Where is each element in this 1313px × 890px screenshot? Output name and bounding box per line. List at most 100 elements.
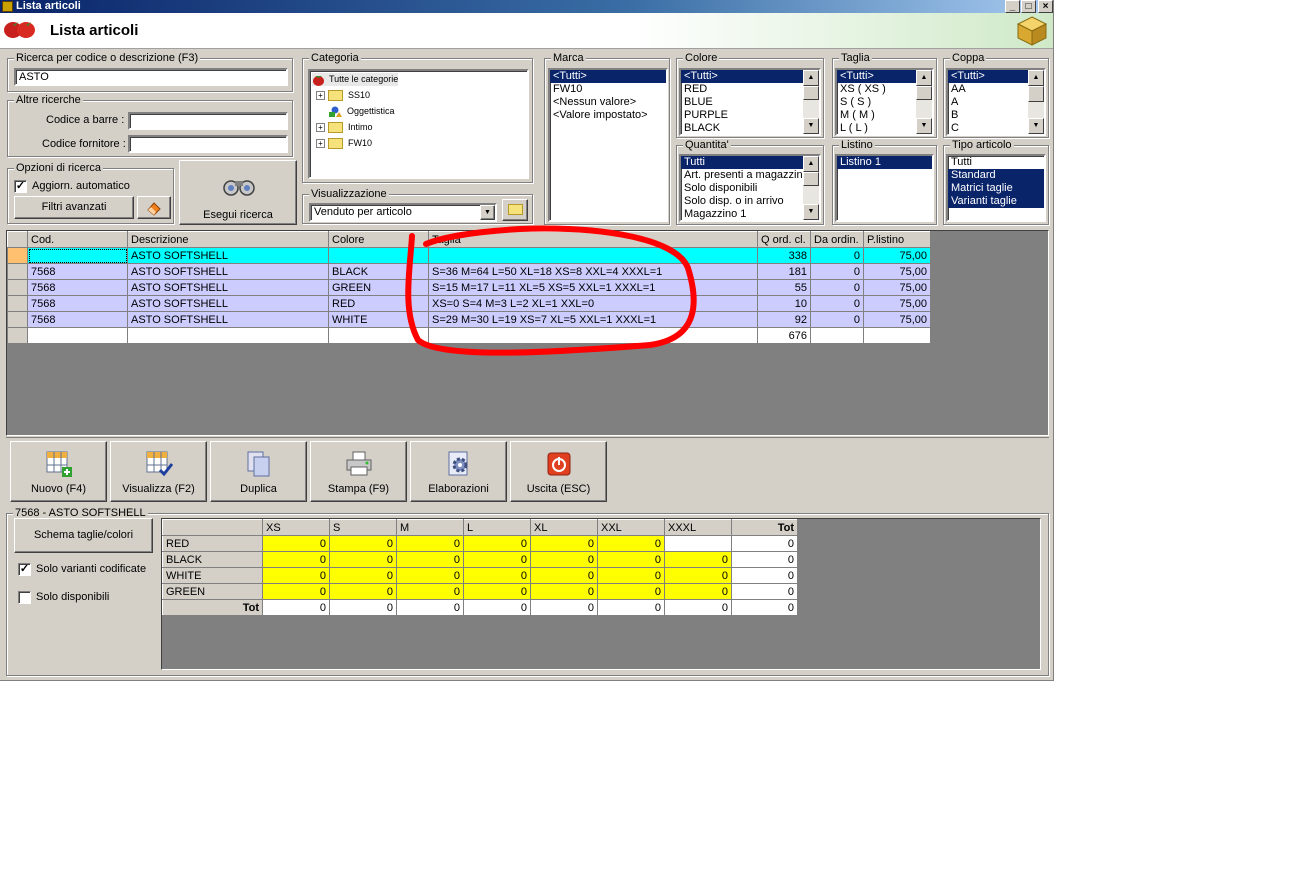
tree-node-ss10[interactable]: + SS10	[316, 89, 370, 102]
brand-list[interactable]: <Tutti> FW10 <Nessun valore> <Valore imp…	[548, 68, 668, 222]
list-item[interactable]: AA	[948, 83, 1028, 96]
column-header[interactable]: Colore	[328, 231, 429, 248]
matrix-cell[interactable]: 0	[530, 535, 598, 552]
size-list[interactable]: <Tutti> XS ( XS ) S ( S ) M ( M ) L ( L …	[835, 68, 934, 136]
column-header[interactable]: P.listino	[863, 231, 931, 248]
matrix-cell[interactable]: 0	[530, 551, 598, 568]
cup-list[interactable]: <Tutti> AA A B C ▲ ▼	[946, 68, 1046, 136]
scroll-thumb[interactable]	[1028, 86, 1044, 102]
cell-code[interactable]: 7568	[27, 263, 128, 280]
scrollbar[interactable]: ▲ ▼	[803, 70, 819, 134]
cell-price[interactable]: 75,00	[863, 295, 931, 312]
table-row[interactable]: 7568 ASTO SOFTSHELL WHITE S=29 M=30 L=19…	[7, 311, 931, 328]
column-header[interactable]: Da ordin.	[810, 231, 864, 248]
list-item[interactable]: <Tutti>	[550, 70, 666, 83]
scroll-up-icon[interactable]: ▲	[1028, 70, 1044, 86]
title-bar[interactable]: Lista articoli _ □ ×	[0, 0, 1053, 13]
scrollbar[interactable]: ▲ ▼	[803, 156, 819, 220]
list-item[interactable]: Standard	[948, 169, 1044, 182]
table-row[interactable]: 7568 ASTO SOFTSHELL GREEN S=15 M=17 L=11…	[7, 279, 931, 296]
scroll-thumb[interactable]	[803, 86, 819, 100]
supplier-input[interactable]	[128, 135, 288, 153]
cell-ordered-qty[interactable]: 181	[757, 263, 811, 280]
cell-code[interactable]	[27, 247, 128, 264]
column-header[interactable]: Descrizione	[127, 231, 329, 248]
size-color-schema-button[interactable]: Schema taglie/colori	[14, 518, 153, 553]
cell-ordered-qty[interactable]: 55	[757, 279, 811, 296]
cell-to-order[interactable]: 0	[810, 247, 864, 264]
column-header[interactable]: Taglia	[428, 231, 758, 248]
list-item[interactable]: BLUE	[681, 96, 803, 109]
list-item[interactable]: BLACK	[681, 122, 803, 134]
matrix-cell[interactable]	[664, 535, 732, 552]
cell-price[interactable]: 75,00	[863, 263, 931, 280]
matrix-cell[interactable]: 0	[396, 583, 464, 600]
list-item[interactable]: Magazzino 1	[681, 208, 803, 220]
matrix-cell[interactable]: 0	[262, 583, 330, 600]
scroll-down-icon[interactable]: ▼	[1028, 118, 1044, 134]
matrix-cell[interactable]: 0	[396, 535, 464, 552]
list-item[interactable]: Solo disp. o in arrivo	[681, 195, 803, 208]
cell-price[interactable]: 75,00	[863, 279, 931, 296]
matrix-cell[interactable]: 0	[463, 583, 531, 600]
list-item[interactable]: B	[948, 109, 1028, 122]
list-item[interactable]: M ( M )	[837, 109, 916, 122]
only-coded-checkbox[interactable]: ✓	[18, 563, 31, 576]
list-item[interactable]: <Valore impostato>	[550, 109, 666, 122]
cell-to-order[interactable]: 0	[810, 311, 864, 328]
list-item[interactable]: Solo disponibili	[681, 182, 803, 195]
cell-description[interactable]: ASTO SOFTSHELL	[127, 295, 329, 312]
list-item[interactable]: Varianti taglie	[948, 195, 1044, 208]
scroll-up-icon[interactable]: ▲	[803, 70, 819, 86]
matrix-cell[interactable]: 0	[463, 567, 531, 584]
list-item[interactable]: FW10	[550, 83, 666, 96]
matrix-cell[interactable]: 0	[597, 583, 665, 600]
cell-ordered-qty[interactable]: 338	[757, 247, 811, 264]
category-tree[interactable]: Tutte le categorie + SS10 Oggettistica + I…	[308, 69, 529, 179]
table-row[interactable]: 7568 ASTO SOFTSHELL RED XS=0 S=4 M=3 L=2…	[7, 295, 931, 312]
quantity-list[interactable]: Tutti Art. presenti a magazzino Solo dis…	[679, 154, 821, 222]
view-dropdown-button[interactable]: ▼	[480, 205, 495, 220]
cell-to-order[interactable]: 0	[810, 263, 864, 280]
list-item[interactable]: Art. presenti a magazzino	[681, 169, 809, 182]
matrix-cell[interactable]: 0	[664, 583, 732, 600]
tree-node-fw10[interactable]: + FW10	[316, 137, 372, 150]
scrollbar[interactable]: ▲ ▼	[1028, 70, 1044, 134]
scroll-thumb[interactable]	[916, 86, 932, 100]
expand-icon[interactable]: +	[316, 123, 325, 133]
scrollbar[interactable]: ▲ ▼	[916, 70, 932, 134]
expand-icon[interactable]: +	[316, 91, 325, 101]
open-folder-button[interactable]	[502, 199, 528, 221]
articles-grid[interactable]: Cod. Descrizione Colore Taglia Q ord. cl…	[6, 230, 1049, 436]
matrix-cell[interactable]: 0	[262, 535, 330, 552]
column-header[interactable]: Cod.	[27, 231, 128, 248]
maximize-button[interactable]: □	[1021, 0, 1036, 13]
new-button[interactable]: Nuovo (F4)	[10, 441, 107, 502]
tree-root[interactable]: Tutte le categorie	[312, 73, 399, 86]
list-item[interactable]: L ( L )	[837, 122, 916, 134]
list-item[interactable]: Tutti	[681, 156, 803, 169]
list-item[interactable]: RED	[681, 83, 803, 96]
cell-code[interactable]: 7568	[27, 295, 128, 312]
item-type-list[interactable]: Tutti Standard Matrici taglie Varianti t…	[946, 154, 1046, 222]
list-item[interactable]: Listino 1	[837, 156, 932, 169]
matrix-cell[interactable]: 0	[463, 551, 531, 568]
advanced-filters-button[interactable]: Filtri avanzati	[14, 196, 134, 219]
matrix-cell[interactable]: 0	[329, 535, 397, 552]
matrix-cell[interactable]: 0	[597, 567, 665, 584]
scroll-up-icon[interactable]: ▲	[803, 156, 819, 172]
scroll-down-icon[interactable]: ▼	[916, 118, 932, 134]
view-select[interactable]: Venduto per articolo	[309, 203, 497, 222]
matrix-cell[interactable]: 0	[396, 567, 464, 584]
expand-icon[interactable]: +	[316, 139, 325, 149]
clear-filters-button[interactable]	[137, 196, 171, 219]
scroll-down-icon[interactable]: ▼	[803, 118, 819, 134]
list-item[interactable]: <Tutti>	[681, 70, 803, 83]
matrix-cell[interactable]: 0	[597, 535, 665, 552]
exit-button[interactable]: Uscita (ESC)	[510, 441, 607, 502]
list-item[interactable]: PURPLE	[681, 109, 803, 122]
print-button[interactable]: Stampa (F9)	[310, 441, 407, 502]
list-item[interactable]: XS ( XS )	[837, 83, 916, 96]
matrix-cell[interactable]: 0	[262, 551, 330, 568]
table-row[interactable]: ASTO SOFTSHELL 338 0 75,00	[7, 247, 931, 264]
